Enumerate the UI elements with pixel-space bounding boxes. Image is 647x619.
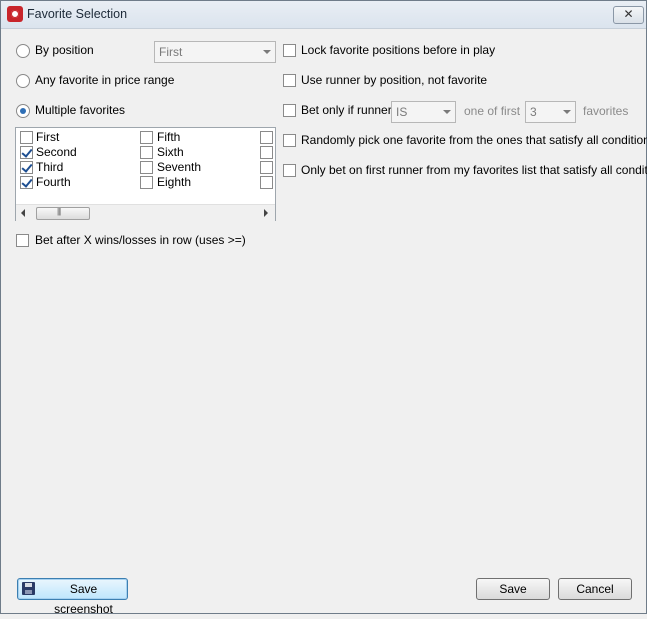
chevron-down-icon <box>563 110 571 114</box>
title-bar: Favorite Selection ✕ <box>1 1 646 29</box>
lock-positions-checkbox[interactable] <box>283 44 296 57</box>
chevron-down-icon <box>263 50 271 54</box>
use-runner-checkbox[interactable] <box>283 74 296 87</box>
by-position-label[interactable]: By position <box>35 43 94 57</box>
scroll-left-icon[interactable] <box>21 209 25 217</box>
horizontal-scrollbar[interactable] <box>16 204 275 221</box>
bet-only-label[interactable]: Bet only if runner <box>301 103 392 117</box>
scroll-thumb[interactable] <box>36 207 90 220</box>
favorite-label-second[interactable]: Second <box>36 145 77 159</box>
favorite-selection-window: Favorite Selection ✕ By position First A… <box>0 0 647 616</box>
use-runner-label[interactable]: Use runner by position, not favorite <box>301 73 487 87</box>
favorite-checkbox-eighth[interactable] <box>140 176 153 189</box>
favorite-label-seventh[interactable]: Seventh <box>157 160 201 174</box>
position-combo[interactable]: First <box>154 41 276 63</box>
favorite-checkbox-col3-row1[interactable] <box>260 131 273 144</box>
favorite-checkbox-sixth[interactable] <box>140 146 153 159</box>
dialog-content: By position First Any favorite in price … <box>1 29 647 616</box>
app-logo-icon <box>7 6 23 22</box>
lock-positions-label[interactable]: Lock favorite positions before in play <box>301 43 495 57</box>
position-combo-value: First <box>159 45 183 59</box>
save-screenshot-button[interactable]: Save screenshot <box>17 578 128 616</box>
save-button[interactable]: Save <box>476 578 550 600</box>
favorite-label-third[interactable]: Third <box>36 160 63 174</box>
bet-after-checkbox[interactable] <box>16 234 29 247</box>
favorites-count-combo[interactable]: 3 <box>525 101 576 123</box>
by-position-radio[interactable] <box>16 44 30 58</box>
runner-condition-combo[interactable]: IS <box>391 101 456 123</box>
chevron-down-icon <box>443 110 451 114</box>
favorite-checkbox-fifth[interactable] <box>140 131 153 144</box>
cancel-button[interactable]: Cancel <box>558 578 632 600</box>
only-first-runner-checkbox[interactable] <box>283 164 296 177</box>
favorite-checkbox-fourth[interactable] <box>20 176 33 189</box>
favorite-checkbox-col3-row3[interactable] <box>260 161 273 174</box>
window-title: Favorite Selection <box>27 7 128 21</box>
favorite-label-fifth[interactable]: Fifth <box>157 130 180 144</box>
price-range-label[interactable]: Any favorite in price range <box>35 73 174 87</box>
runner-condition-value: IS <box>396 105 408 119</box>
favorite-label-eighth[interactable]: Eighth <box>157 175 191 189</box>
favorite-checkbox-third[interactable] <box>20 161 33 174</box>
one-of-first-label: one of first <box>464 104 521 118</box>
save-screenshot-label: Save screenshot <box>54 582 113 616</box>
only-first-runner-label[interactable]: Only bet on first runner from my favorit… <box>301 163 647 177</box>
multiple-favorites-label[interactable]: Multiple favorites <box>35 103 125 117</box>
scroll-right-icon[interactable] <box>264 209 268 217</box>
favorite-checkbox-col3-row2[interactable] <box>260 146 273 159</box>
favorite-checkbox-second[interactable] <box>20 146 33 159</box>
favorite-label-sixth[interactable]: Sixth <box>157 145 184 159</box>
favorite-label-fourth[interactable]: Fourth <box>36 175 71 189</box>
favorites-checklist[interactable]: First Second Third Fourth Fifth Sixth Se… <box>15 127 276 221</box>
close-icon: ✕ <box>623 7 634 21</box>
favorites-suffix-label: favorites <box>583 104 629 118</box>
price-range-radio[interactable] <box>16 74 30 88</box>
bet-after-label[interactable]: Bet after X wins/losses in row (uses >=) <box>35 233 246 247</box>
multiple-favorites-radio[interactable] <box>16 104 30 118</box>
favorite-checkbox-seventh[interactable] <box>140 161 153 174</box>
favorite-checkbox-first[interactable] <box>20 131 33 144</box>
random-pick-label[interactable]: Randomly pick one favorite from the ones… <box>301 133 647 147</box>
floppy-disk-icon <box>22 582 35 595</box>
random-pick-checkbox[interactable] <box>283 134 296 147</box>
favorite-checkbox-col3-row4[interactable] <box>260 176 273 189</box>
favorite-label-first[interactable]: First <box>36 130 59 144</box>
close-button[interactable]: ✕ <box>613 6 644 24</box>
favorites-count-value: 3 <box>530 105 537 119</box>
bet-only-checkbox[interactable] <box>283 104 296 117</box>
